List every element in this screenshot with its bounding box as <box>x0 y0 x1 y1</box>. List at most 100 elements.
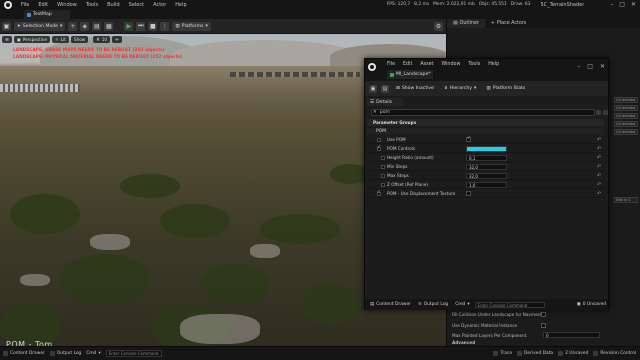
pom-group-header[interactable]: POM <box>367 128 604 135</box>
color-swatch[interactable] <box>466 146 507 152</box>
overflow-label: (Orientatio <box>614 97 638 103</box>
override-checkbox[interactable] <box>377 190 381 196</box>
output-log-button[interactable]: Output Log <box>49 351 81 356</box>
close-icon[interactable]: ✕ <box>600 63 605 70</box>
minimize-icon[interactable]: – <box>577 63 580 70</box>
content-drawer-button[interactable]: ▤ Content Drawer <box>368 301 413 309</box>
reset-to-default-icon[interactable]: ↶ <box>597 155 601 161</box>
chevron-down-icon: ▾ <box>60 23 63 29</box>
override-checkbox[interactable] <box>381 156 385 160</box>
param-row-max-steps: Max Steps 32,0 ↶ <box>367 172 604 180</box>
max-painted-layers-field[interactable]: 0 <box>543 332 600 338</box>
output-log-button[interactable]: ≡ Output Log <box>416 301 450 309</box>
menu-window[interactable]: Window <box>57 2 77 8</box>
reset-to-default-icon[interactable]: ↶ <box>597 191 601 197</box>
menu-tools[interactable]: Tools <box>86 2 98 8</box>
reset-to-default-icon[interactable]: ↶ <box>597 146 601 152</box>
tab-place-actors[interactable]: + Place Actors <box>485 19 532 28</box>
grass-maps-warning: LANDSCAPE: GRASS MAPS NEEDS TO BE REBUIL… <box>13 48 165 53</box>
compile-icon[interactable]: ▦ <box>104 21 114 31</box>
cmd-dropdown[interactable]: Cmd ▾ <box>453 301 471 309</box>
mi-menu-window[interactable]: Window <box>441 62 460 67</box>
platform-stats-button[interactable]: ▥ Platform Stats <box>483 84 528 93</box>
browse-icon[interactable]: ▤ <box>381 84 389 93</box>
reset-to-default-icon[interactable]: ↶ <box>597 173 601 179</box>
mi-menu-edit[interactable]: Edit <box>403 62 412 67</box>
parameter-groups-header[interactable]: Parameter Groups <box>367 119 604 126</box>
override-checkbox[interactable] <box>381 174 385 178</box>
add-actor-icon[interactable]: + <box>68 21 78 31</box>
dynamic-mi-checkbox[interactable] <box>541 323 546 328</box>
mi-menu-help[interactable]: Help <box>488 62 499 67</box>
maximize-icon[interactable]: □ <box>587 63 593 70</box>
more-options-icon[interactable]: ⋮ <box>160 21 170 31</box>
fill-collision-checkbox[interactable] <box>541 312 546 317</box>
menu-edit[interactable]: Edit <box>38 2 48 8</box>
lit-button[interactable]: ☼ Lit <box>52 36 69 43</box>
minimize-icon[interactable]: – <box>610 1 613 8</box>
content-drawer-label: Content Drawer <box>376 302 411 307</box>
platforms-dropdown[interactable]: ▥ Platforms ▾ <box>172 21 211 31</box>
show-inactive-button[interactable]: ⊞ Show Inactive <box>393 84 437 93</box>
unreal-logo-icon[interactable] <box>4 0 12 9</box>
cmd-dropdown[interactable]: Cmd ▾ <box>86 351 100 356</box>
reset-to-default-icon[interactable]: ↶ <box>597 182 601 188</box>
menu-help[interactable]: Help <box>175 2 186 8</box>
mi-menu-tools[interactable]: Tools <box>468 62 480 67</box>
blueprint-icon[interactable]: ◈ <box>80 21 90 31</box>
rock <box>250 244 280 258</box>
menu-file[interactable]: File <box>21 2 29 8</box>
value-checkbox[interactable] <box>466 136 471 142</box>
unsaved-indicator[interactable]: ▣ 0 Unsaved <box>575 301 608 309</box>
hierarchy-button[interactable]: ⋔ Hierarchy ▾ <box>441 84 479 93</box>
console-input[interactable]: Enter Console Command <box>105 350 162 357</box>
trace-button[interactable]: Trace <box>493 351 512 356</box>
tab-mi-landscape[interactable]: MI_Landscape* <box>387 70 433 79</box>
settings-icon[interactable] <box>603 110 608 115</box>
menu-select[interactable]: Select <box>129 2 144 8</box>
mi-menu-file[interactable]: File <box>387 62 395 67</box>
override-checkbox[interactable] <box>377 145 381 151</box>
unsaved-button[interactable]: 2 Unsaved <box>558 351 588 356</box>
menu-build[interactable]: Build <box>107 2 120 8</box>
mi-menu-asset[interactable]: Asset <box>420 62 433 67</box>
close-icon[interactable]: ✕ <box>631 1 636 8</box>
stop-icon[interactable]: ■ <box>148 21 158 31</box>
save-icon[interactable]: ▣ <box>369 84 377 93</box>
settings-icon[interactable]: ⚙ <box>434 21 443 31</box>
value-field[interactable]: 32,0 <box>466 164 507 170</box>
show-button[interactable]: Show <box>70 36 89 43</box>
viewport-options-button[interactable]: ☰ <box>2 36 12 43</box>
value-field[interactable]: 0,1 <box>466 155 507 161</box>
perspective-button[interactable]: ▣ Perspective <box>13 36 50 43</box>
selection-mode-dropdown[interactable]: ➤ Selection Mode ▾ <box>14 21 66 31</box>
override-checkbox[interactable] <box>377 138 381 142</box>
grid-view-icon[interactable] <box>596 110 601 115</box>
save-icon[interactable]: ▣ <box>2 21 11 31</box>
reset-to-default-icon[interactable]: ↶ <box>597 164 601 170</box>
value-field[interactable]: 32,0 <box>466 173 507 179</box>
console-input[interactable]: Enter Console Command <box>474 301 545 308</box>
step-icon[interactable]: ⏭ <box>136 21 146 31</box>
value-checkbox[interactable] <box>466 191 471 196</box>
revision-control-button[interactable]: Revision Control <box>593 351 636 356</box>
tab-outliner[interactable]: ▤ Outliner <box>447 19 485 28</box>
clear-search-icon[interactable]: ✕ <box>373 110 377 115</box>
details-search-input[interactable]: pom <box>371 109 595 116</box>
edit-in-cpp-label[interactable]: Edit in C <box>614 197 638 203</box>
override-checkbox[interactable] <box>381 183 385 187</box>
tab-details[interactable]: ☰ Details <box>367 98 403 106</box>
maximize-icon[interactable]: □ <box>619 1 625 8</box>
content-drawer-button[interactable]: Content Drawer <box>3 351 45 356</box>
override-checkbox[interactable] <box>381 165 385 169</box>
advanced-section[interactable]: Advanced <box>452 340 475 345</box>
value-field[interactable]: 1,0 <box>466 182 507 188</box>
menu-actor[interactable]: Actor <box>153 2 166 8</box>
snap-value-button[interactable]: # 10 <box>93 36 111 43</box>
camera-speed-button[interactable]: ✈ <box>112 36 122 43</box>
play-icon[interactable]: ▶ <box>124 21 134 31</box>
derived-data-button[interactable]: Derived Data <box>517 351 553 356</box>
cinematics-icon[interactable]: ▤ <box>92 21 102 31</box>
tab-testmap[interactable]: TestMap <box>24 10 70 19</box>
reset-to-default-icon[interactable]: ↶ <box>597 137 601 143</box>
